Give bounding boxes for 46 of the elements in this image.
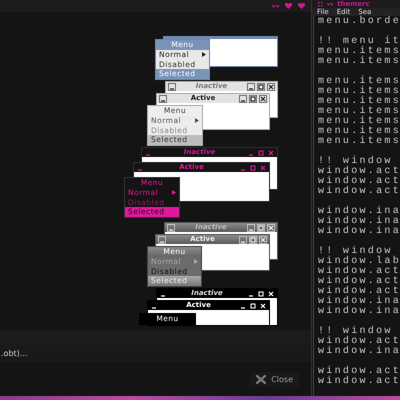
- code-line: window.act: [318, 367, 400, 377]
- code-line: window.ina: [318, 227, 400, 237]
- close-button[interactable]: Close: [250, 372, 299, 386]
- close-icon[interactable]: [259, 94, 267, 102]
- code-line: window.ina: [318, 307, 400, 317]
- close-icon[interactable]: [267, 82, 275, 90]
- grip-icon[interactable]: [318, 2, 323, 6]
- code-line: !! window: [318, 327, 393, 337]
- minimize-icon[interactable]: [247, 82, 255, 90]
- code-line: !! window: [318, 247, 393, 257]
- code-line: menu.items: [318, 127, 400, 137]
- code-line: menu.items: [318, 47, 400, 57]
- code-line: menu.items: [318, 107, 400, 117]
- submenu-arrow-icon: [194, 259, 198, 264]
- code-line: window.act: [318, 177, 400, 187]
- submenu-arrow-icon: [195, 118, 199, 124]
- code-line: menu.items: [318, 87, 400, 97]
- code-line: menu.items: [318, 57, 400, 67]
- minimize-icon[interactable]: [168, 82, 176, 90]
- minimize-icon[interactable]: [239, 94, 247, 102]
- submenu-arrow-icon: [202, 52, 206, 58]
- shade-icon[interactable]: [272, 4, 279, 8]
- code-line: window.act: [318, 187, 400, 197]
- code-line: window.act: [318, 377, 400, 387]
- code-line: menu.items: [318, 117, 400, 127]
- code-line: !! window: [318, 157, 393, 167]
- file-path: .obt)…: [0, 349, 28, 358]
- code-line: window.lab: [318, 257, 400, 267]
- code-line: menu.items: [318, 137, 400, 147]
- code-line: window.ina: [318, 207, 400, 217]
- code-line: window.act: [318, 277, 400, 287]
- code-line: window.act: [318, 337, 400, 347]
- code-line: window.ina: [318, 217, 400, 227]
- submenu-arrow-icon: [172, 190, 176, 196]
- code-line: window.act: [318, 167, 400, 177]
- code-line: window.ina: [318, 297, 400, 307]
- code-line: window.act: [318, 267, 400, 277]
- code-line: menu.items: [318, 97, 400, 107]
- code-line: window.ina: [318, 347, 400, 357]
- minimize-icon[interactable]: [159, 94, 167, 102]
- shade-icon[interactable]: [327, 2, 333, 6]
- code-line: window.act: [318, 287, 400, 297]
- close-icon: [256, 374, 266, 384]
- code-line: !! menu it: [318, 37, 400, 47]
- code-line: menu.items: [318, 77, 400, 87]
- code-line: menu.borde: [318, 17, 400, 27]
